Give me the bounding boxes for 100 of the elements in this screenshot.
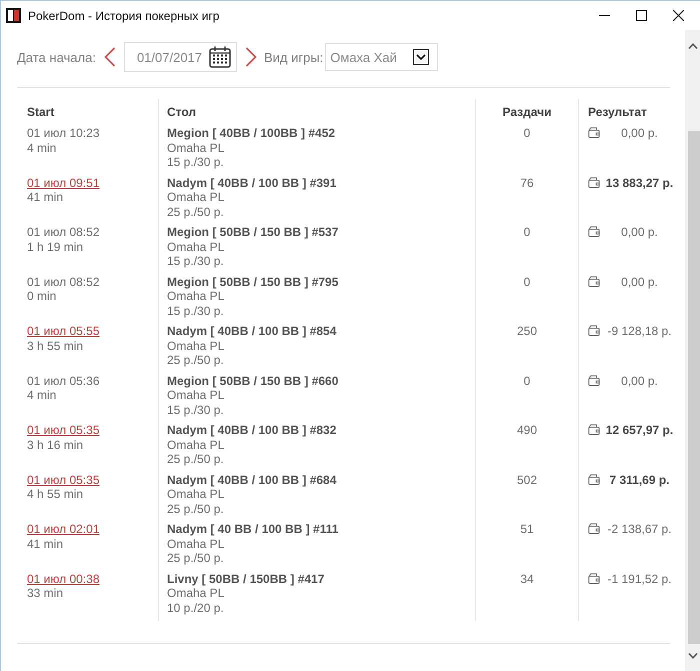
window-title: PokerDom - История покерных игр: [28, 8, 220, 22]
game-type-text: Omaha PL: [167, 140, 226, 155]
wallet-icon: [588, 572, 600, 584]
result-amount: 0,00 р.: [620, 374, 659, 388]
wallet-icon: [588, 424, 600, 435]
game-type-dropdown[interactable]: Омаха Хай: [325, 43, 438, 71]
wallet-icon: [588, 374, 600, 386]
start-time-link[interactable]: 01 июл 05:55: [27, 324, 100, 338]
table-name: Megion [ 50BB / 150 BB ] #537: [167, 225, 340, 240]
scrollbar[interactable]: [685, 30, 700, 671]
stakes-text: 25 р./50 р.: [167, 502, 225, 516]
stakes-text: 25 р./50 р.: [167, 353, 225, 368]
calendar-icon[interactable]: [208, 46, 231, 68]
caret-icon: [413, 49, 430, 65]
duration-text: 33 min: [27, 586, 64, 600]
wallet-icon: [588, 325, 600, 336]
hands-count: 502: [516, 472, 538, 487]
duration-text: 41 min: [27, 190, 64, 204]
duration-text: 4 h 55 min: [27, 487, 84, 502]
hands-count: 34: [520, 572, 534, 586]
chevron-left-icon[interactable]: [104, 47, 116, 67]
result-amount: 0,00 р.: [620, 274, 659, 289]
table-name: Nadym [ 40BB / 100 BB ] #854: [167, 324, 338, 338]
hands-count: 76: [520, 176, 534, 190]
table-name: Nadym [ 40BB / 100 BB ] #391: [167, 176, 338, 190]
stakes-text: 15 р./30 р.: [167, 402, 225, 417]
result-amount: 0,00 р.: [620, 225, 659, 240]
chevron-up-icon[interactable]: [688, 43, 698, 49]
game-type-text: Omaha PL: [167, 240, 226, 254]
stakes-text: 25 р./50 р.: [167, 551, 225, 566]
date-field[interactable]: 01/07/2017: [124, 42, 237, 72]
result-amount: 0,00 р.: [620, 126, 659, 140]
start-time-link[interactable]: 01 июл 09:51: [27, 176, 100, 190]
game-type-text: Omaha PL: [167, 438, 226, 452]
game-type-text: Omaha PL: [167, 289, 226, 304]
hands-count: 250: [516, 324, 538, 338]
date-label: Дата начала:: [17, 50, 96, 64]
start-time: 01 июл 10:23: [27, 126, 100, 140]
duration-text: 1 h 19 min: [27, 240, 84, 254]
result-amount: -1 191,52 р.: [606, 572, 673, 586]
start-time: 01 июл 08:52: [27, 274, 100, 289]
app-logo-icon: [6, 8, 21, 23]
table-name: Livny [ 50BB / 150BB ] #417: [167, 572, 326, 586]
maximize-icon: [636, 10, 647, 21]
duration-text: 4 min: [27, 140, 58, 155]
stakes-text: 25 р./50 р.: [167, 452, 225, 466]
column-header[interactable]: Start: [27, 105, 158, 119]
duration-text: 4 min: [27, 388, 58, 402]
table-name: Megion [ 40BB / 100BB ] #452: [167, 126, 336, 140]
game-type-text: Omaha PL: [167, 338, 226, 353]
duration-text: 3 h 55 min: [27, 338, 84, 353]
stakes-text: 25 р./50 р.: [167, 204, 225, 219]
stakes-text: 10 р./20 р.: [167, 600, 225, 615]
start-time-link[interactable]: 01 июл 00:38: [27, 572, 100, 586]
hands-count: 0: [524, 126, 530, 140]
column-header[interactable]: Раздачи: [502, 105, 552, 119]
table-name: Nadym [ 40BB / 100 BB ] #832: [167, 423, 338, 438]
hands-count: 51: [520, 522, 534, 536]
duration-text: 0 min: [27, 289, 58, 304]
start-time-link[interactable]: 01 июл 05:35: [27, 423, 100, 438]
stakes-text: 15 р./30 р.: [167, 254, 225, 268]
game-type-text: Omaha PL: [167, 536, 226, 551]
column-header[interactable]: Результат: [588, 105, 647, 119]
scrollbar-thumb[interactable]: [688, 131, 700, 644]
stakes-text: 15 р./30 р.: [167, 304, 225, 318]
game-type-text: Omaha PL: [167, 487, 226, 502]
result-amount: 13 883,27 р.: [604, 176, 674, 190]
duration-text: 3 h 16 min: [27, 438, 84, 452]
minimize-icon: [599, 15, 610, 16]
wallet-icon: [588, 226, 600, 237]
game-type-label: Вид игры:: [264, 50, 324, 64]
duration-text: 41 min: [27, 536, 64, 551]
chevron-down-icon[interactable]: [688, 653, 698, 659]
chevron-right-icon[interactable]: [244, 47, 257, 67]
wallet-icon: [588, 523, 600, 534]
start-time: 01 июл 08:52: [27, 225, 100, 240]
table-name: Nadym [ 40BB / 100 BB ] #684: [167, 472, 338, 487]
hands-count: 0: [524, 225, 530, 240]
hands-count: 490: [516, 423, 538, 438]
result-amount: 7 311,69 р.: [608, 472, 671, 487]
table-name: Megion [ 50BB / 150 BB ] #660: [167, 374, 340, 388]
result-amount: 12 657,97 р.: [604, 423, 674, 438]
close-icon: [673, 10, 684, 21]
column-header[interactable]: Стол: [167, 105, 475, 119]
game-type-text: Omaha PL: [167, 586, 226, 600]
start-time-link[interactable]: 01 июл 02:01: [27, 522, 100, 536]
hands-count: 0: [524, 374, 530, 388]
table-name: Megion [ 50BB / 150 BB ] #795: [167, 274, 340, 289]
game-type-text: Omaha PL: [167, 190, 226, 204]
wallet-icon: [588, 176, 600, 188]
wallet-icon: [588, 276, 600, 286]
result-amount: -2 138,67 р.: [606, 522, 673, 536]
game-type-text: Omaha PL: [167, 388, 226, 402]
wallet-icon: [588, 127, 600, 138]
result-amount: -9 128,18 р.: [606, 324, 673, 338]
wallet-icon: [588, 474, 600, 484]
start-time-link[interactable]: 01 июл 05:35: [27, 472, 100, 487]
start-time: 01 июл 05:36: [27, 374, 100, 388]
hands-count: 0: [524, 274, 530, 289]
stakes-text: 15 р./30 р.: [167, 155, 225, 170]
